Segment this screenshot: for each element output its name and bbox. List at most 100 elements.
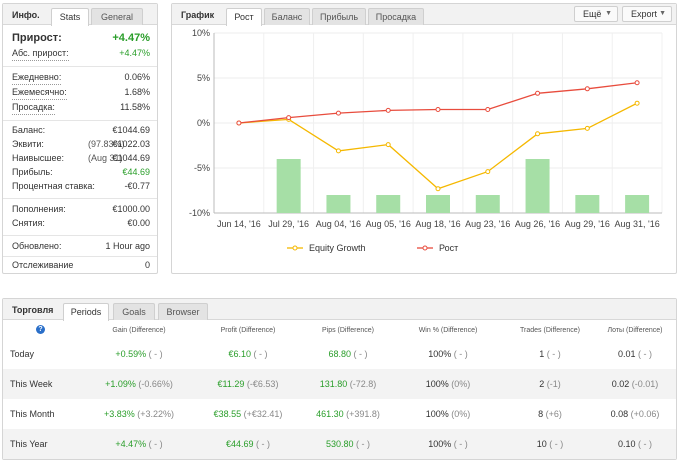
stat-row-balance: Баланс: €1044.69 xyxy=(12,124,150,137)
win-difference: (0%) xyxy=(451,409,471,419)
cell-trades: 1 ( - ) xyxy=(505,339,595,369)
data-point xyxy=(485,169,491,175)
cell-trades: 8 (+6) xyxy=(505,399,595,429)
x-tick-label: Jul 29, '16 xyxy=(268,219,309,229)
cell-profit: €6.10 ( - ) xyxy=(208,339,288,369)
stat-row-equity: Эквити: (97.83%) €1022.03 xyxy=(12,138,150,151)
stat-row-profit: Прибыль: €44.69 xyxy=(12,166,150,179)
legend-item[interactable]: Equity Growth xyxy=(287,243,366,253)
table-row: This Month +3.83% (+3.22%) €38.55 (+€32.41… xyxy=(3,399,676,429)
stat-value: €1044.69 xyxy=(112,125,150,135)
stat-label: Абс. прирост: xyxy=(12,47,69,61)
data-point xyxy=(435,107,441,112)
tab-growth[interactable]: Рост xyxy=(226,8,262,26)
legend-label: Equity Growth xyxy=(309,243,366,253)
col-trades: Trades (Difference) xyxy=(520,327,580,334)
tab-periods[interactable]: Periods xyxy=(63,303,109,321)
stat-row-gain: Прирост: +4.47% xyxy=(12,30,150,46)
stat-row-daily: Ежедневно: 0.06% xyxy=(12,71,150,85)
more-button[interactable]: Ещё ▼ xyxy=(574,6,618,22)
gain-value: +1.09% xyxy=(105,379,136,389)
tab-stats[interactable]: Stats xyxy=(51,8,89,26)
pips-difference: ( - ) xyxy=(353,349,368,359)
data-point xyxy=(385,142,391,148)
stat-value: €1044.69 xyxy=(112,153,150,163)
stat-row-abs-gain: Абс. прирост: +4.47% xyxy=(12,47,150,61)
x-tick-label: Aug 29, '16 xyxy=(565,219,610,229)
win-difference: ( - ) xyxy=(453,439,468,449)
pips-difference: (+391.8) xyxy=(346,409,380,419)
profit-value: €6.10 xyxy=(228,349,251,359)
data-point xyxy=(535,90,541,96)
info-panel-title: Инфо. xyxy=(12,10,40,20)
stat-row-drawdown: Просадка: 11.58% xyxy=(12,101,150,115)
lots-value: 0.10 xyxy=(617,439,636,449)
cell-trades: 10 ( - ) xyxy=(505,429,595,459)
cell-profit: €38.55 (+€32.41) xyxy=(208,399,288,429)
stat-value: €1000.00 xyxy=(112,204,150,214)
cell-lots: 0.10 ( - ) xyxy=(595,429,675,459)
bar xyxy=(326,195,351,213)
stat-row-updated: Обновлено: 1 Hour ago xyxy=(12,240,150,253)
stat-value: 0 xyxy=(144,260,150,270)
tab-profit[interactable]: Прибыль xyxy=(312,8,366,25)
legend-item[interactable]: Рост xyxy=(417,243,458,253)
y-tick-label: 0% xyxy=(197,118,210,128)
win-value: 100% xyxy=(428,439,452,449)
cell-pips: 131.80 (-72.8) xyxy=(308,369,388,399)
tab-general[interactable]: General xyxy=(91,8,143,25)
bar xyxy=(625,195,650,213)
stat-label: Наивысшее: xyxy=(12,153,65,163)
gain-value: +4.47% xyxy=(115,439,147,449)
stat-label: Прибыль: xyxy=(12,167,53,177)
profit-value: €38.55 xyxy=(213,409,242,419)
profit-value: €44.69 xyxy=(225,439,254,449)
export-button-label: Export xyxy=(631,9,658,19)
pips-value: 68.80 xyxy=(328,349,351,359)
chevron-down-icon: ▼ xyxy=(605,10,612,17)
cell-pips: 530.80 ( - ) xyxy=(308,429,388,459)
data-point xyxy=(634,100,640,106)
stat-row-highest: Наивысшее: (Aug 31) €1044.69 xyxy=(12,152,150,165)
stat-row-interest: Процентная ставка: -€0.77 xyxy=(12,180,150,193)
help-icon[interactable]: ? xyxy=(36,325,45,334)
tab-balance[interactable]: Баланс xyxy=(264,8,310,25)
gain-value: +3.83% xyxy=(103,409,135,419)
export-button[interactable]: Export ▼ xyxy=(622,6,672,22)
x-tick-label: Aug 23, '16 xyxy=(465,219,510,229)
win-difference: ( - ) xyxy=(453,349,468,359)
y-tick-label: -5% xyxy=(194,163,210,173)
x-tick-label: Aug 04, '16 xyxy=(316,219,361,229)
chevron-down-icon: ▼ xyxy=(659,10,666,17)
y-tick-label: 10% xyxy=(192,28,210,38)
trading-panel: Торговля Periods Goals Browser ? Gain (D… xyxy=(2,298,677,460)
cell-lots: 0.08 (+0.06) xyxy=(595,399,675,429)
tab-drawdown[interactable]: Просадка xyxy=(368,8,424,25)
win-value: 100% xyxy=(425,409,449,419)
table-header: ? Gain (Difference) Profit (Difference) … xyxy=(3,324,676,338)
data-point xyxy=(286,115,292,121)
cell-win: 100% (0%) xyxy=(403,369,493,399)
trades-value: 10 xyxy=(536,439,547,449)
data-point xyxy=(634,80,640,86)
stat-value: +4.47% xyxy=(119,48,150,58)
x-tick-label: Aug 05, '16 xyxy=(366,219,411,229)
table-row: Today +0.59% ( - ) €6.10 ( - ) 68.80 ( - ) 1… xyxy=(3,339,676,369)
data-point xyxy=(335,110,341,116)
cell-profit: €11.29 (-€6.53) xyxy=(208,369,288,399)
data-point xyxy=(485,107,491,112)
gain-difference: ( - ) xyxy=(148,349,163,359)
stat-label: Просадка: xyxy=(12,101,55,115)
stat-value: 0.06% xyxy=(124,72,150,82)
legend-marker xyxy=(292,245,298,251)
stat-row-monthly: Ежемесячно: 1.68% xyxy=(12,86,150,100)
data-point xyxy=(385,107,391,113)
col-profit: Profit (Difference) xyxy=(220,327,276,334)
col-win: Win % (Difference) xyxy=(418,327,478,334)
x-tick-label: Aug 18, '16 xyxy=(415,219,460,229)
chart-panel-title: График xyxy=(181,10,215,20)
divider xyxy=(3,198,157,199)
tab-goals[interactable]: Goals xyxy=(113,303,155,320)
period-label: Today xyxy=(10,349,35,359)
tab-browser[interactable]: Browser xyxy=(158,303,208,320)
